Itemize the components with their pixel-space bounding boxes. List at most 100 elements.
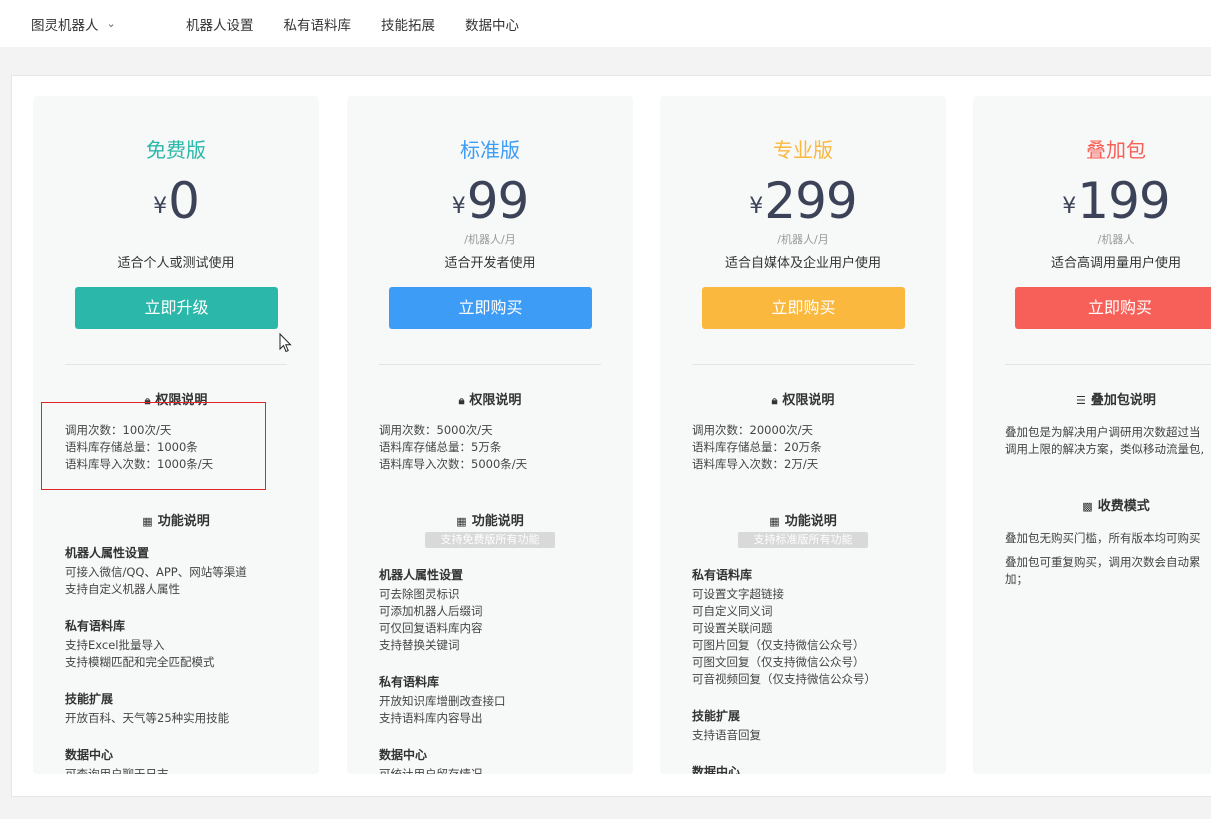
- fee-title: 收费模式: [1097, 499, 1150, 514]
- divider: [379, 364, 601, 365]
- nav-data-center[interactable]: 数据中心: [465, 14, 519, 34]
- inherit-badge: 支持标准版所有功能: [738, 532, 868, 548]
- permission-item: 语料库导入次数：1000条/天: [65, 457, 214, 471]
- plan-price: ¥299: [660, 166, 946, 236]
- nav-skill-extension[interactable]: 技能拓展: [381, 14, 435, 34]
- feature-group-head: 技能扩展: [65, 692, 114, 706]
- permission-list: 调用次数：100次/天 语料库存储总量：1000条 语料库导入次数：1000条/…: [65, 422, 305, 473]
- lock-icon: 🔒︎: [458, 394, 465, 407]
- feature-group-head: 机器人属性设置: [379, 568, 464, 582]
- buy-button[interactable]: 立即购买: [702, 287, 905, 329]
- permission-title: 权限说明: [782, 393, 835, 408]
- grid-icon: ▦: [456, 515, 467, 528]
- currency-symbol: ¥: [749, 194, 763, 219]
- feature-heading: ▦ 功能说明: [33, 510, 319, 529]
- currency-symbol: ¥: [1062, 194, 1076, 219]
- permission-heading: 🔒︎ 权限说明: [660, 389, 946, 408]
- plan-card-addon: 叠加包 ¥199 /机器人 适合高调用量用户使用 立即购买 ☰ 叠加包说明 叠加包…: [973, 96, 1211, 774]
- permission-title: 权限说明: [155, 393, 208, 408]
- feature-item: 开放百科、天气等25种实用技能: [65, 711, 230, 725]
- lock-icon: 🔒︎: [144, 394, 151, 407]
- permission-item: 语料库存储总量：1000条: [65, 440, 198, 454]
- robot-selector[interactable]: 图灵机器人 ⌄: [31, 14, 116, 35]
- feature-group-items: 可统计用户留存情况: [379, 766, 619, 774]
- plan-price: ¥199: [973, 166, 1211, 236]
- feature-title: 功能说明: [784, 514, 837, 529]
- addon-info-heading: ☰ 叠加包说明: [973, 389, 1211, 408]
- feature-item: 可音视频回复（仅支持微信公众号）: [692, 672, 876, 686]
- feature-group-items: 可设置文字超链接 可自定义同义词 可设置关联问题 可图片回复（仅支持微信公众号）…: [692, 586, 932, 688]
- permission-item: 语料库存储总量：5万条: [379, 440, 502, 454]
- pricing-panel: 免费版 ¥0 适合个人或测试使用 立即升级 🔒︎ 权限说明 调用次数：100次/天…: [11, 75, 1211, 797]
- permission-item: 调用次数：20000次/天: [692, 423, 813, 437]
- feature-title: 功能说明: [157, 514, 210, 529]
- price-unit: /机器人/月: [464, 233, 516, 246]
- divider: [65, 364, 287, 365]
- permission-item: 语料库存储总量：20万条: [692, 440, 822, 454]
- permission-list: 调用次数：20000次/天 语料库存储总量：20万条 语料库导入次数：2万/天: [692, 422, 932, 473]
- plan-description: 适合自媒体及企业用户使用: [724, 256, 881, 271]
- feature-group-items: 可接入微信/QQ、APP、网站等渠道 支持自定义机器人属性: [65, 564, 305, 598]
- layers-icon: ☰: [1076, 394, 1086, 407]
- permission-list: 调用次数：5000次/天 语料库存储总量：5万条 语料库导入次数：5000条/天: [379, 422, 619, 473]
- divider: [692, 364, 914, 365]
- feature-heading: ▦ 功能说明: [660, 510, 946, 529]
- price-value: 0: [168, 172, 200, 230]
- permission-heading: 🔒︎ 权限说明: [33, 389, 319, 408]
- plan-title: 标准版: [460, 138, 520, 162]
- feature-item: 可接入微信/QQ、APP、网站等渠道: [65, 565, 247, 579]
- feature-group-head: 私有语料库: [379, 675, 440, 689]
- nav-private-corpus[interactable]: 私有语料库: [284, 14, 352, 34]
- feature-item: 支持语音回复: [692, 728, 761, 742]
- plan-card-free: 免费版 ¥0 适合个人或测试使用 立即升级 🔒︎ 权限说明 调用次数：100次/天…: [33, 96, 319, 774]
- feature-group-items: 支持语音回复: [692, 727, 932, 744]
- mouse-cursor-icon: [279, 333, 292, 353]
- feature-item: 支持替换关键词: [379, 638, 460, 652]
- feature-group-head: 私有语料库: [65, 619, 126, 633]
- feature-item: 支持Excel批量导入: [65, 638, 165, 652]
- addon-info-title: 叠加包说明: [1090, 393, 1156, 408]
- nav-robot-settings[interactable]: 机器人设置: [186, 14, 254, 34]
- feature-item: 可仅回复语料库内容: [379, 621, 483, 635]
- feature-title: 功能说明: [471, 514, 524, 529]
- wallet-icon: ▩: [1082, 500, 1093, 513]
- permission-title: 权限说明: [469, 393, 522, 408]
- upgrade-button[interactable]: 立即升级: [75, 287, 278, 329]
- feature-group-head: 私有语料库: [692, 568, 753, 582]
- addon-info-line: 叠加包是为解决用户调研用次数超过当: [1005, 425, 1201, 439]
- feature-group-head: 数据中心: [379, 748, 428, 762]
- plan-title: 免费版: [146, 138, 206, 162]
- feature-group-items: 开放知识库增删改查接口 支持语料库内容导出: [379, 693, 619, 727]
- permission-item: 调用次数：100次/天: [65, 423, 172, 437]
- feature-item: 可设置关联问题: [692, 621, 773, 635]
- plan-price: ¥99: [347, 166, 633, 236]
- price-unit: /机器人/月: [777, 233, 829, 246]
- chevron-down-icon: ⌄: [106, 16, 116, 30]
- feature-item: 可图文回复（仅支持微信公众号）: [692, 655, 865, 669]
- feature-group-head: 数据中心: [692, 765, 741, 774]
- feature-item: 可自定义同义词: [692, 604, 773, 618]
- lock-icon: 🔒︎: [771, 394, 778, 407]
- grid-icon: ▦: [769, 515, 780, 528]
- divider: [1005, 364, 1211, 365]
- feature-group-head: 技能扩展: [692, 709, 741, 723]
- feature-group-items: 支持Excel批量导入 支持模糊匹配和完全匹配模式: [65, 637, 305, 671]
- inherit-badge: 支持免费版所有功能: [425, 532, 555, 548]
- fee-heading: ▩ 收费模式: [973, 495, 1211, 514]
- feature-item: 可统计用户留存情况: [379, 767, 483, 774]
- feature-item: 支持自定义机器人属性: [65, 582, 180, 596]
- robot-name: 图灵机器人: [31, 18, 99, 34]
- plan-title: 专业版: [773, 138, 833, 162]
- feature-item: 支持模糊匹配和完全匹配模式: [65, 655, 215, 669]
- buy-button[interactable]: 立即购买: [1015, 287, 1211, 329]
- price-value: 199: [1077, 172, 1170, 230]
- feature-item: 可去除图灵标识: [379, 587, 460, 601]
- feature-item: 开放知识库增删改查接口: [379, 694, 506, 708]
- price-value: 99: [466, 172, 530, 230]
- buy-button[interactable]: 立即购买: [389, 287, 592, 329]
- fee-text-2: 叠加包可重复购买，调用次数会自动累 加；: [1005, 554, 1211, 588]
- feature-item: 可设置文字超链接: [692, 587, 784, 601]
- plan-title: 叠加包: [1086, 138, 1146, 162]
- plan-card-standard: 标准版 ¥99 /机器人/月 适合开发者使用 立即购买 🔒︎ 权限说明 调用次数：…: [347, 96, 633, 774]
- permission-item: 语料库导入次数：5000条/天: [379, 457, 528, 471]
